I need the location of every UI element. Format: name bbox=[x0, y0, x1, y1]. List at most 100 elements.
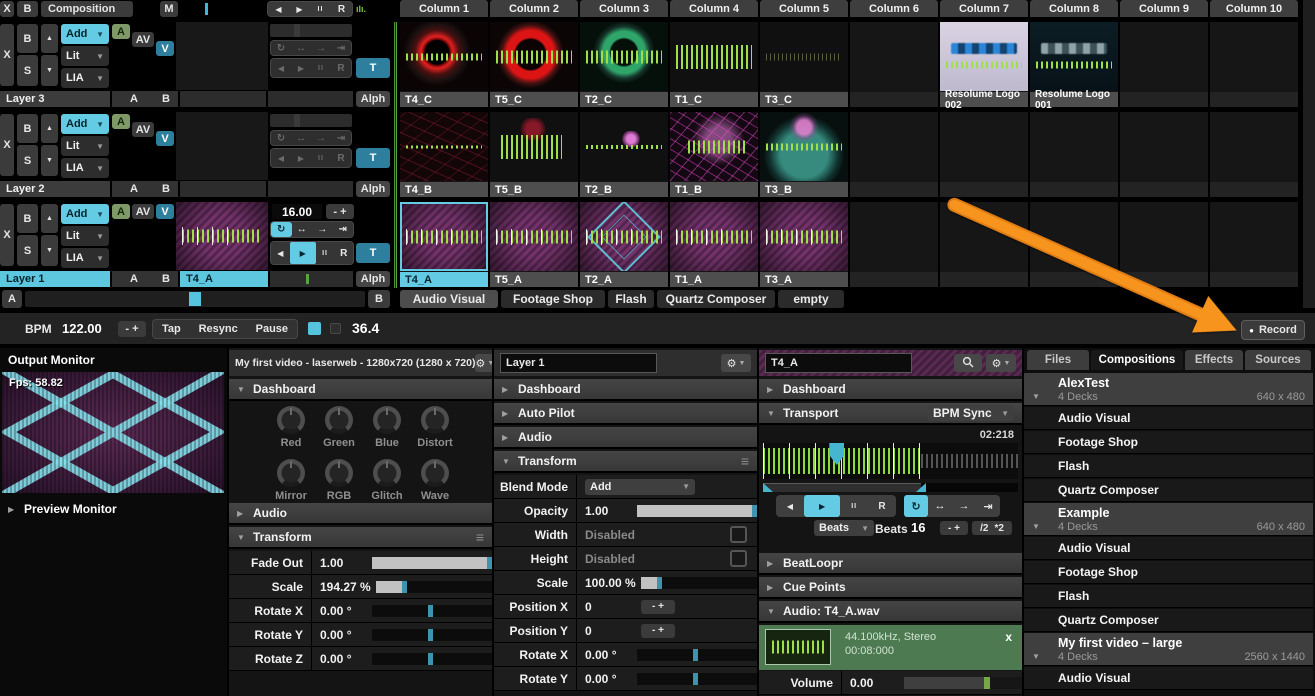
play-once-icon[interactable]: → bbox=[312, 224, 333, 235]
section-transform[interactable]: ▼ Transform ≡ bbox=[229, 527, 492, 549]
deck-list-item[interactable]: Audio Visual bbox=[1024, 537, 1313, 560]
deck-list-item[interactable]: Footage Shop bbox=[1024, 431, 1313, 454]
play-icon[interactable]: ▶ bbox=[290, 242, 316, 264]
beat-length-display[interactable]: 16.00 bbox=[272, 204, 322, 219]
beat-snap-toggle[interactable] bbox=[330, 323, 341, 334]
layer-down-button[interactable]: ▼ bbox=[41, 145, 58, 176]
comp-record-button[interactable]: R bbox=[331, 4, 352, 15]
tab-sources[interactable]: Sources bbox=[1245, 350, 1311, 370]
column-header[interactable]: Column 9 bbox=[1120, 0, 1208, 17]
clip-cell[interactable]: T1_B bbox=[670, 112, 758, 197]
trigger-audio-button[interactable]: A bbox=[112, 114, 130, 129]
bpm-value[interactable]: 122.00 bbox=[62, 321, 102, 336]
trigger-av-button[interactable]: AV bbox=[132, 204, 154, 219]
clip-cell[interactable]: T3_B bbox=[760, 112, 848, 197]
beats-mode-dropdown[interactable]: Beats▼ bbox=[814, 520, 874, 536]
comp-play-button[interactable]: ▶ bbox=[289, 5, 310, 14]
empty-clip-cell[interactable] bbox=[1120, 22, 1208, 107]
pingpong-icon[interactable]: ↔ bbox=[292, 224, 313, 235]
layer-solo-button[interactable]: S bbox=[17, 235, 38, 266]
rotate-z-slider[interactable] bbox=[372, 653, 492, 665]
trigger-av-button[interactable]: AV bbox=[132, 122, 154, 137]
knob-icon[interactable] bbox=[325, 459, 353, 487]
clip-waveform[interactable] bbox=[763, 443, 1018, 479]
section-audio[interactable]: ▶ Audio bbox=[229, 503, 492, 525]
assign-a-button[interactable]: A bbox=[130, 183, 138, 195]
clip-cell[interactable]: Resolume Logo 002 bbox=[940, 22, 1028, 107]
composition-gear-button[interactable]: ⚙▼ bbox=[475, 354, 492, 372]
tab-compositions[interactable]: Compositions bbox=[1091, 350, 1183, 370]
clip-cell[interactable]: T2_C bbox=[580, 22, 668, 107]
tab-effects[interactable]: Effects bbox=[1185, 350, 1243, 370]
double-button[interactable]: *2 bbox=[994, 523, 1003, 534]
deck-tab[interactable]: Audio Visual bbox=[400, 290, 498, 308]
tab-files[interactable]: Files bbox=[1027, 350, 1089, 370]
rotate-y-slider[interactable] bbox=[637, 673, 757, 685]
thumbnail-toggle-button[interactable]: T bbox=[356, 148, 390, 168]
column-header[interactable]: Column 3 bbox=[580, 0, 668, 17]
trigger-video-button[interactable]: V bbox=[156, 204, 174, 219]
empty-clip-cell[interactable] bbox=[1120, 112, 1208, 197]
output-monitor-header[interactable]: Output Monitor bbox=[0, 350, 227, 370]
hamburger-icon[interactable]: ≡ bbox=[741, 453, 749, 469]
resync-button[interactable]: Resync bbox=[199, 323, 238, 335]
deck-tab[interactable]: empty bbox=[778, 290, 844, 308]
column-header[interactable]: Column 4 bbox=[670, 0, 758, 17]
column-header[interactable]: Column 1 bbox=[400, 0, 488, 17]
clip-name-input[interactable]: T4_A bbox=[765, 353, 912, 373]
composition-clear-button[interactable]: X bbox=[0, 1, 14, 17]
loop-icon[interactable]: ↻ bbox=[904, 495, 928, 517]
alpha-button[interactable]: Alph bbox=[356, 181, 390, 197]
clip-cell[interactable]: T1_A bbox=[670, 202, 758, 287]
blend-mode-dropdown[interactable]: Add▼ bbox=[585, 479, 695, 495]
expand-icon[interactable]: ▼ bbox=[1032, 392, 1041, 401]
composition-group[interactable]: Example ▼ 4 Decks 640 x 480 bbox=[1024, 503, 1313, 536]
layer-clear-button[interactable]: X bbox=[0, 114, 14, 176]
composition-master-button[interactable]: M bbox=[160, 1, 178, 17]
clip-cell[interactable]: T4_B bbox=[400, 112, 488, 197]
layer-clear-button[interactable]: X bbox=[0, 24, 14, 86]
play-icon[interactable]: ▶ bbox=[804, 495, 840, 517]
layer-name-input[interactable]: Layer 1 bbox=[500, 353, 657, 373]
clip-cell[interactable]: T4_C bbox=[400, 22, 488, 107]
composition-button[interactable]: Composition bbox=[41, 1, 133, 17]
empty-clip-cell[interactable] bbox=[850, 112, 938, 197]
comp-prev-button[interactable]: ◀ bbox=[268, 5, 289, 14]
deck-list-item[interactable]: Audio Visual bbox=[1024, 667, 1313, 690]
section-cuepoints[interactable]: ▶Cue Points bbox=[759, 577, 1022, 599]
empty-clip-cell[interactable] bbox=[940, 112, 1028, 197]
scale-slider[interactable] bbox=[376, 581, 492, 593]
blend-mode-dropdown[interactable]: Add▼ bbox=[61, 114, 109, 134]
trigger-video-button[interactable]: V bbox=[156, 41, 174, 56]
knob-icon[interactable] bbox=[277, 459, 305, 487]
prev-icon[interactable]: ◀ bbox=[776, 502, 804, 511]
deck-list-item[interactable]: Quartz Composer bbox=[1024, 609, 1313, 632]
empty-clip-cell[interactable] bbox=[1210, 22, 1298, 107]
remove-audio-button[interactable]: x bbox=[1005, 630, 1012, 644]
section-autopilot[interactable]: ▶Auto Pilot bbox=[494, 403, 757, 425]
empty-clip-cell[interactable] bbox=[850, 202, 938, 287]
half-button[interactable]: /2 bbox=[980, 523, 988, 534]
clip-progress-bar[interactable] bbox=[270, 24, 352, 37]
empty-clip-cell[interactable] bbox=[1210, 202, 1298, 287]
blend-param-dropdown[interactable]: LIA▼ bbox=[61, 68, 109, 88]
blend-param-dropdown[interactable]: LIA▼ bbox=[61, 158, 109, 178]
clip-cell[interactable]: T3_C bbox=[760, 22, 848, 107]
dashboard-knob[interactable]: Red bbox=[267, 406, 315, 449]
layer-name[interactable]: Layer 1 bbox=[0, 271, 110, 287]
empty-clip-cell[interactable] bbox=[1210, 112, 1298, 197]
section-dashboard[interactable]: ▶Dashboard bbox=[759, 379, 1022, 401]
composition-group[interactable]: My first video – large ▼ 4 Decks 2560 x … bbox=[1024, 633, 1313, 666]
metronome-toggle[interactable] bbox=[308, 322, 321, 335]
opacity-slider[interactable] bbox=[637, 505, 757, 517]
layer-up-button[interactable]: ▲ bbox=[41, 114, 58, 143]
collapse-icon[interactable]: ▶ bbox=[8, 505, 17, 514]
section-dashboard[interactable]: ▼ Dashboard bbox=[229, 379, 492, 401]
pause-button[interactable]: Pause bbox=[256, 323, 288, 335]
layer-bypass-button[interactable]: B bbox=[17, 24, 38, 53]
section-transform[interactable]: ▼Transform≡ bbox=[494, 451, 757, 473]
clip-cell[interactable]: T5_B bbox=[490, 112, 578, 197]
pause-icon[interactable]: II bbox=[311, 155, 331, 162]
record-icon[interactable]: R bbox=[334, 248, 353, 259]
deck-list-item[interactable]: Quartz Composer bbox=[1024, 479, 1313, 502]
